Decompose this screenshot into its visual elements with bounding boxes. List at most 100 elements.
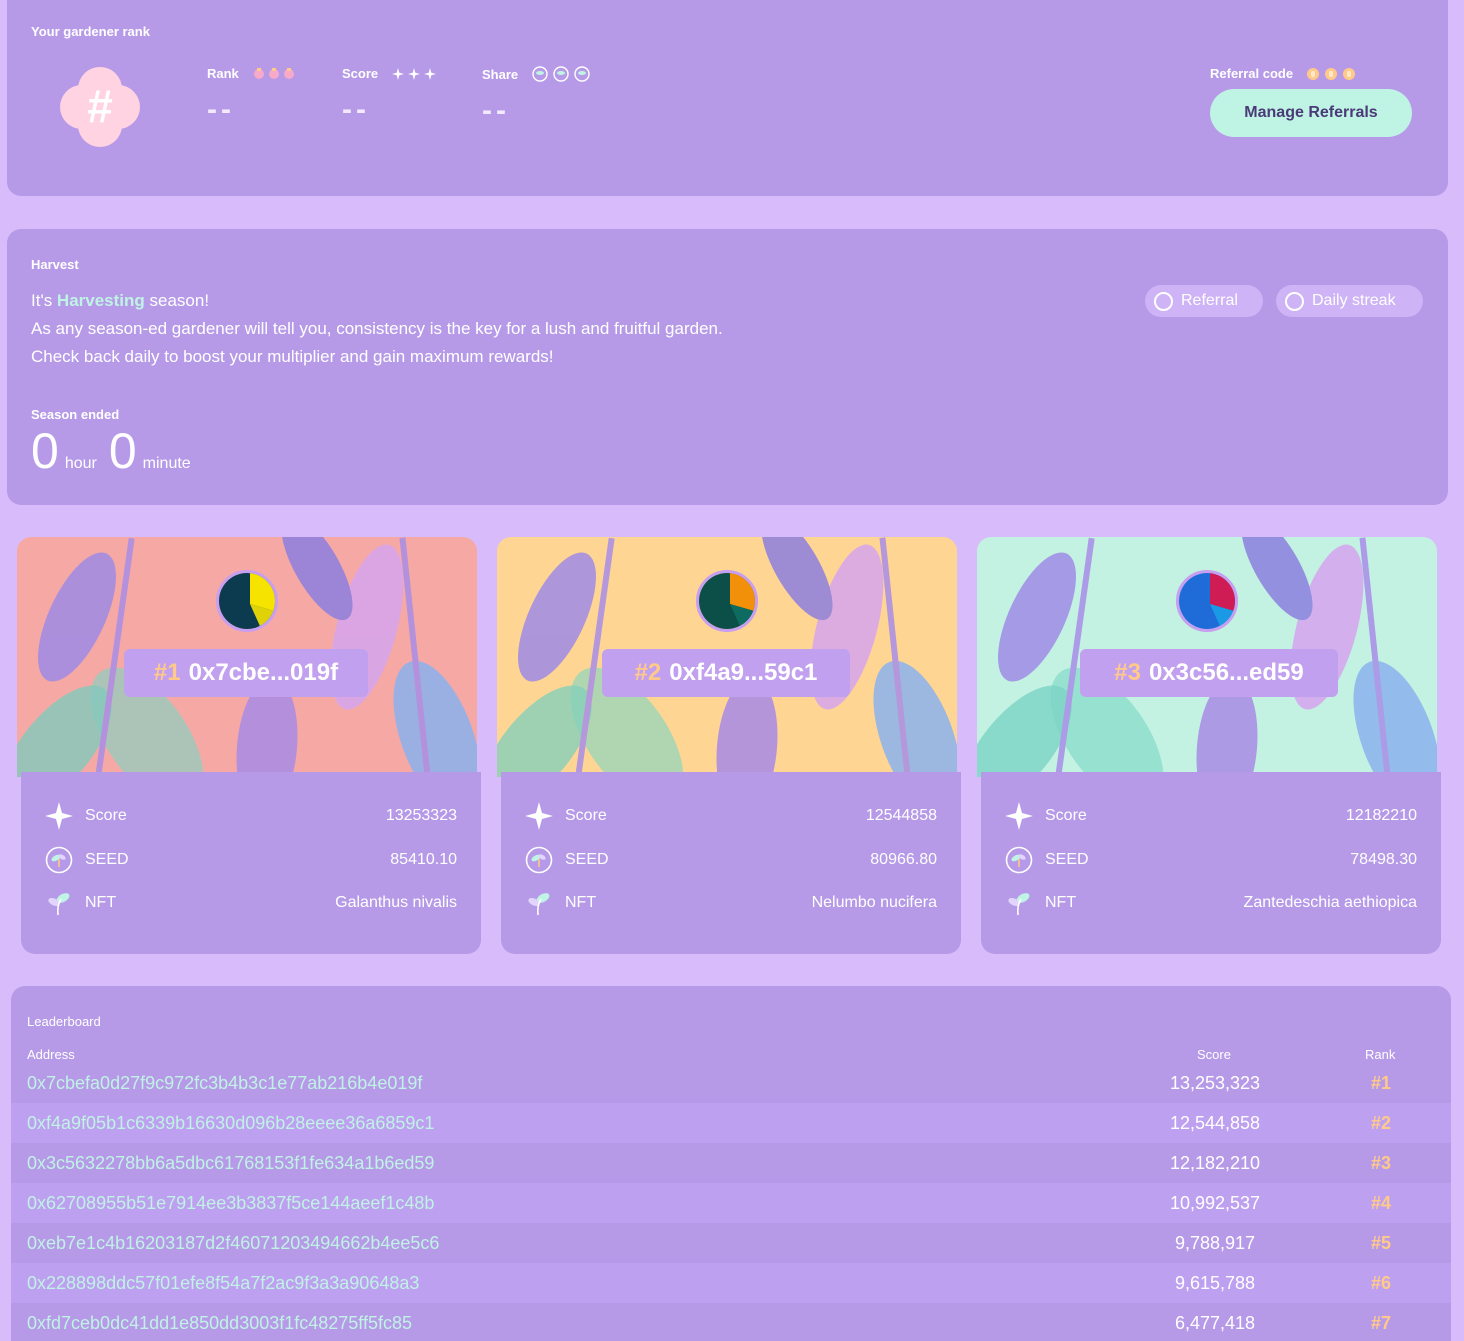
- table-row[interactable]: 0x3c5632278bb6a5dbc61768153f1fe634a1b6ed…: [11, 1143, 1451, 1183]
- row-address[interactable]: 0x228898ddc57f01efe8f54a7f2ac9f3a3a90648…: [27, 1273, 419, 1294]
- leaderboard-panel: Leaderboard Address Score Rank 0x7cbefa0…: [11, 986, 1451, 1341]
- row-address[interactable]: 0xfd7ceb0dc41dd1e850dd3003f1fc48275ff5fc…: [27, 1313, 412, 1334]
- card-nft-value: Zantedeschia aethiopica: [1243, 894, 1417, 911]
- card-score-value: 12182210: [1345, 807, 1417, 824]
- card-rank: #2: [634, 659, 662, 686]
- row-address[interactable]: 0xf4a9f05b1c6339b16630d096b28eeee36a6859…: [27, 1113, 434, 1134]
- column-header-rank: Rank: [1365, 1047, 1396, 1062]
- row-address[interactable]: 0x7cbefa0d27f9c972fc3b4b3c1e77ab216b4e01…: [27, 1073, 422, 1094]
- row-rank: #5: [1370, 1232, 1392, 1253]
- seed-coin-icon: [45, 846, 73, 874]
- row-address[interactable]: 0x3c5632278bb6a5dbc61768153f1fe634a1b6ed…: [27, 1153, 434, 1174]
- stat-share-label: Share: [482, 66, 519, 82]
- row-score: 10,992,537: [1169, 1192, 1261, 1213]
- manage-referrals-button[interactable]: Manage Referrals: [1210, 89, 1412, 137]
- peach-icon: [253, 67, 297, 80]
- card-score-label: Score: [565, 807, 607, 824]
- card-rank: #1: [153, 659, 181, 686]
- card-seed-row: SEED 85410.10: [45, 846, 457, 874]
- row-rank: #7: [1370, 1312, 1392, 1333]
- row-score: 13,253,323: [1169, 1072, 1261, 1093]
- sprout-icon: [45, 889, 73, 917]
- card-nft-label: NFT: [1045, 894, 1077, 911]
- card-score-value: 13253323: [385, 807, 457, 824]
- card-seed-label: SEED: [565, 851, 609, 868]
- card-address: 0x3c56...ed59: [1148, 659, 1304, 686]
- rank-panel-title: Your gardener rank: [31, 24, 150, 39]
- row-address[interactable]: 0x62708955b51e7914ee3b3837f5ce144aeef1c4…: [27, 1193, 434, 1214]
- row-rank: #4: [1370, 1192, 1392, 1213]
- card-score-row: Score 12544858: [525, 802, 937, 830]
- coin-icon: [1307, 67, 1356, 80]
- top-gardener-card[interactable]: #2 0xf4a9...59c1 Score 12544858 SEED 809…: [497, 537, 961, 954]
- seed-coin-icon: [1005, 846, 1033, 874]
- timer-hours-unit: hour: [64, 455, 97, 472]
- radio-icon: [1154, 291, 1173, 311]
- top-gardener-card[interactable]: #1 0x7cbe...019f Score 13253323 SEED 854…: [17, 537, 481, 954]
- harvest-panel: Harvest It's Harvesting season! As any s…: [7, 229, 1448, 505]
- seed-coin-icon: [525, 846, 553, 874]
- stat-share-value: --: [482, 94, 510, 127]
- harvest-headline: It's Harvesting season!: [31, 291, 210, 310]
- stat-rank: Rank --: [207, 66, 297, 127]
- column-header-address: Address: [27, 1047, 75, 1062]
- season-status-label: Season ended: [31, 407, 120, 422]
- leaderboard-title: Leaderboard: [27, 1014, 101, 1029]
- card-address: 0x7cbe...019f: [188, 659, 339, 686]
- daily-streak-toggle[interactable]: Daily streak: [1276, 285, 1423, 317]
- avatar: [696, 570, 758, 632]
- avatar: [1176, 570, 1238, 632]
- card-score-value: 12544858: [865, 807, 937, 824]
- sparkle-icon: [525, 802, 553, 830]
- sprout-icon: [1005, 889, 1033, 917]
- row-score: 9,615,788: [1174, 1272, 1256, 1293]
- stat-score-label: Score: [342, 66, 379, 81]
- sprout-icon: [525, 889, 553, 917]
- daily-streak-toggle-label: Daily streak: [1312, 292, 1396, 309]
- card-stats: Score 12182210 SEED 78498.30 NFT Zantede…: [981, 772, 1441, 954]
- row-score: 12,182,210: [1169, 1152, 1261, 1173]
- card-score-row: Score 12182210: [1005, 802, 1417, 830]
- stat-score: Score --: [342, 66, 437, 127]
- table-row[interactable]: 0x7cbefa0d27f9c972fc3b4b3c1e77ab216b4e01…: [11, 1063, 1451, 1103]
- stat-share: Share --: [482, 66, 590, 128]
- card-title: #1 0x7cbe...019f: [124, 649, 368, 697]
- card-nft-row: NFT Nelumbo nucifera: [525, 889, 937, 917]
- card-seed-row: SEED 78498.30: [1005, 846, 1417, 874]
- table-row[interactable]: 0xf4a9f05b1c6339b16630d096b28eeee36a6859…: [11, 1103, 1451, 1143]
- timer-hours: 0: [31, 423, 59, 479]
- card-nft-row: NFT Zantedeschia aethiopica: [1005, 889, 1417, 917]
- harvest-title: Harvest: [31, 257, 79, 272]
- card-seed-value: 80966.80: [870, 851, 937, 868]
- table-row[interactable]: 0xfd7ceb0dc41dd1e850dd3003f1fc48275ff5fc…: [11, 1303, 1451, 1341]
- referral-code: Referral code: [1210, 66, 1356, 81]
- season-name: Harvesting: [56, 291, 145, 310]
- row-rank: #2: [1370, 1112, 1392, 1133]
- card-seed-value: 85410.10: [390, 851, 457, 868]
- sparkle-icon: [392, 67, 437, 80]
- radio-icon: [1285, 291, 1304, 311]
- card-seed-label: SEED: [1045, 851, 1089, 868]
- referral-toggle-label: Referral: [1181, 292, 1238, 309]
- seed-coin-icon: [532, 66, 590, 82]
- card-nft-value: Nelumbo nucifera: [811, 894, 937, 911]
- card-title: #3 0x3c56...ed59: [1080, 649, 1338, 697]
- table-row[interactable]: 0x62708955b51e7914ee3b3837f5ce144aeef1c4…: [11, 1183, 1451, 1223]
- timer-minutes: 0: [108, 423, 137, 479]
- row-score: 6,477,418: [1174, 1312, 1256, 1333]
- avatar: [216, 570, 278, 632]
- referral-toggle[interactable]: Referral: [1145, 285, 1263, 317]
- row-address[interactable]: 0xeb7e1c4b16203187d2f46071203494662b4ee5…: [27, 1233, 439, 1254]
- table-row[interactable]: 0x228898ddc57f01efe8f54a7f2ac9f3a3a90648…: [11, 1263, 1451, 1303]
- table-row[interactable]: 0xeb7e1c4b16203187d2f46071203494662b4ee5…: [11, 1223, 1451, 1263]
- stat-score-value: --: [342, 93, 370, 126]
- card-stats: Score 13253323 SEED 85410.10 NFT Galanth…: [21, 772, 481, 954]
- stat-rank-label: Rank: [207, 66, 239, 81]
- card-seed-value: 78498.30: [1350, 851, 1417, 868]
- rank-badge-icon: #: [57, 64, 143, 150]
- card-nft-label: NFT: [565, 894, 597, 911]
- card-seed-label: SEED: [85, 851, 129, 868]
- card-stats: Score 12544858 SEED 80966.80 NFT Nelumbo…: [501, 772, 961, 954]
- top-gardener-card[interactable]: #3 0x3c56...ed59 Score 12182210 SEED 784…: [977, 537, 1441, 954]
- card-rank: #3: [1114, 659, 1141, 686]
